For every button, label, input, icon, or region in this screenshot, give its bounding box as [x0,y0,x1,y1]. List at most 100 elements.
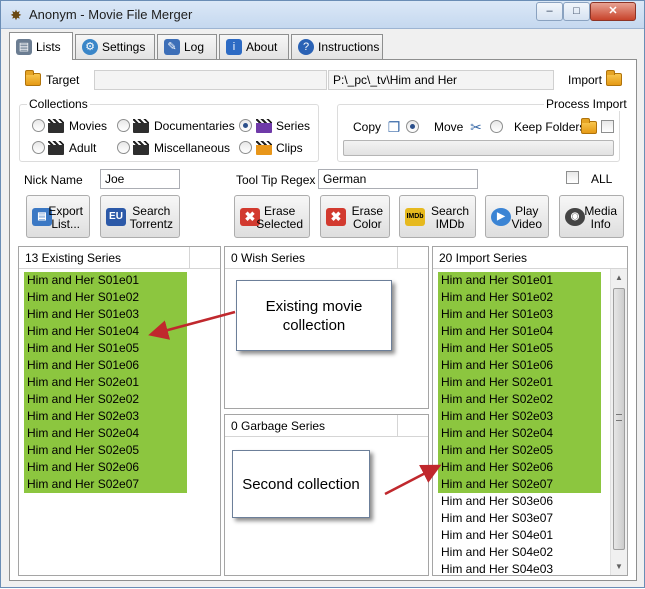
series-clapper-icon [256,119,272,133]
target-path-field[interactable] [94,70,327,90]
clips-clapper-icon [256,141,272,155]
import-path-field[interactable]: P:\_pc\_tv\Him and Her [328,70,554,90]
tab-log[interactable]: ✎ Log [157,34,217,60]
radio-series[interactable] [239,119,252,132]
import-list-item[interactable]: Him and Her S01e04 [438,323,601,340]
existing-list-item[interactable]: Him and Her S01e05 [24,340,187,357]
tab-instructions[interactable]: ? Instructions [291,34,383,60]
erase-selected-button[interactable]: ✖ Erase Selected [234,195,310,238]
radio-miscellaneous[interactable] [117,141,130,154]
move-label: Move [434,120,464,134]
radio-movies[interactable] [32,119,45,132]
tab-settings[interactable]: ⚙ Settings [75,34,155,60]
close-button[interactable]: ✕ [590,2,636,21]
collections-title: Collections [27,97,90,111]
import-progress-bar [343,140,614,156]
tab-lists[interactable]: ▤ Lists [9,32,73,60]
erase-color-button[interactable]: ✖ Erase Color [320,195,390,238]
tooltip-regex-label: Tool Tip Regex [236,173,316,187]
existing-list-item[interactable]: Him and Her S02e07 [24,476,187,493]
existing-list-header: 13 Existing Series [19,247,220,269]
minimize-button[interactable]: – [536,2,563,21]
radio-documentaries[interactable] [117,119,130,132]
import-list-item[interactable]: Him and Her S02e05 [438,442,601,459]
existing-list-item[interactable]: Him and Her S01e04 [24,323,187,340]
import-list-item[interactable]: Him and Her S02e04 [438,425,601,442]
scroll-up-arrow-icon[interactable]: ▲ [611,269,627,286]
wish-list-header: 0 Wish Series [225,247,428,269]
maximize-button[interactable]: □ [563,2,590,21]
existing-list-item[interactable]: Him and Her S02e04 [24,425,187,442]
import-list-item[interactable]: Him and Her S02e03 [438,408,601,425]
adult-clapper-icon [48,141,64,155]
import-list-item[interactable]: Him and Her S01e01 [438,272,601,289]
process-import-title: Process Import [544,97,629,111]
import-list-header: 20 Import Series [433,247,627,269]
documentaries-clapper-icon [133,119,149,133]
title-bar[interactable]: ✸ Anonym - Movie File Merger – □ ✕ [1,1,644,29]
scroll-down-arrow-icon[interactable]: ▼ [611,558,627,575]
export-list-button[interactable]: ▤ Export List... [26,195,90,238]
gear-icon: ⚙ [82,39,98,55]
import-list-item[interactable]: Him and Her S03e06 [438,493,601,510]
radio-move[interactable] [490,120,503,133]
import-series-list[interactable]: 20 Import Series Him and Her S01e01 Him a… [432,246,628,576]
existing-list-item[interactable]: Him and Her S01e06 [24,357,187,374]
target-label: Target [46,73,80,87]
garbage-list-header: 0 Garbage Series [225,415,428,437]
import-list-item[interactable]: Him and Her S02e07 [438,476,601,493]
tab-about[interactable]: i About [219,34,289,60]
copy-label: Copy [353,120,382,134]
existing-list-item[interactable]: Him and Her S02e05 [24,442,187,459]
import-list-item[interactable]: Him and Her S01e06 [438,357,601,374]
import-list-item[interactable]: Him and Her S01e03 [438,306,601,323]
radio-movies-label: Movies [69,119,108,133]
lists-icon: ▤ [16,39,32,55]
callout-second-collection: Second collection [232,450,370,518]
keep-folders-checkbox[interactable] [601,120,614,133]
nick-name-input[interactable]: Joe [100,169,180,189]
radio-copy[interactable] [406,120,419,133]
radio-miscellaneous-label: Miscellaneous [154,141,231,155]
existing-list-item[interactable]: Him and Her S01e02 [24,289,187,306]
import-list-item[interactable]: Him and Her S04e01 [438,527,601,544]
play-icon: ▶ [491,208,511,226]
import-list-item[interactable]: Him and Her S02e02 [438,391,601,408]
import-folder-icon[interactable] [606,70,622,86]
play-video-button[interactable]: ▶ Play Video [485,195,549,238]
radio-clips[interactable] [239,141,252,154]
info-icon: i [226,39,242,55]
media-info-button[interactable]: ◉ Media Info [559,195,624,238]
import-list-item[interactable]: Him and Her S04e03 [438,561,601,575]
existing-list-item[interactable]: Him and Her S02e06 [24,459,187,476]
keep-folders-folder-icon [581,118,597,134]
radio-adult-label: Adult [69,141,97,155]
import-list-scrollbar[interactable]: ▲ ▼ [610,269,627,575]
radio-clips-label: Clips [276,141,303,155]
existing-list-item[interactable]: Him and Her S01e01 [24,272,187,289]
existing-list-item[interactable]: Him and Her S02e02 [24,391,187,408]
import-list-item[interactable]: Him and Her S03e07 [438,510,601,527]
import-list-item[interactable]: Him and Her S01e05 [438,340,601,357]
import-list-item[interactable]: Him and Her S02e01 [438,374,601,391]
copy-icon: ❐ [387,119,401,135]
erase-color-icon: ✖ [326,208,346,226]
import-list-item[interactable]: Him and Her S04e02 [438,544,601,561]
search-imdb-button[interactable]: IMDb Search IMDb [399,195,476,238]
all-checkbox[interactable] [566,171,579,184]
all-label: ALL [591,172,613,186]
radio-adult[interactable] [32,141,45,154]
existing-list-item[interactable]: Him and Her S02e01 [24,374,187,391]
torrentz-eu-icon: EU [106,208,126,226]
import-list-item[interactable]: Him and Her S02e06 [438,459,601,476]
target-folder-icon[interactable] [25,70,41,86]
tooltip-regex-input[interactable]: German [318,169,478,189]
import-label: Import [568,73,603,87]
search-torrentz-button[interactable]: EU Search Torrentz [100,195,180,238]
existing-list-item[interactable]: Him and Her S02e03 [24,408,187,425]
scroll-thumb[interactable] [613,288,625,550]
existing-list-item[interactable]: Him and Her S01e03 [24,306,187,323]
existing-series-list[interactable]: 13 Existing Series Him and Her S01e01 Him… [18,246,221,576]
callout-existing-collection: Existing movie collection [236,280,392,351]
import-list-item[interactable]: Him and Her S01e02 [438,289,601,306]
